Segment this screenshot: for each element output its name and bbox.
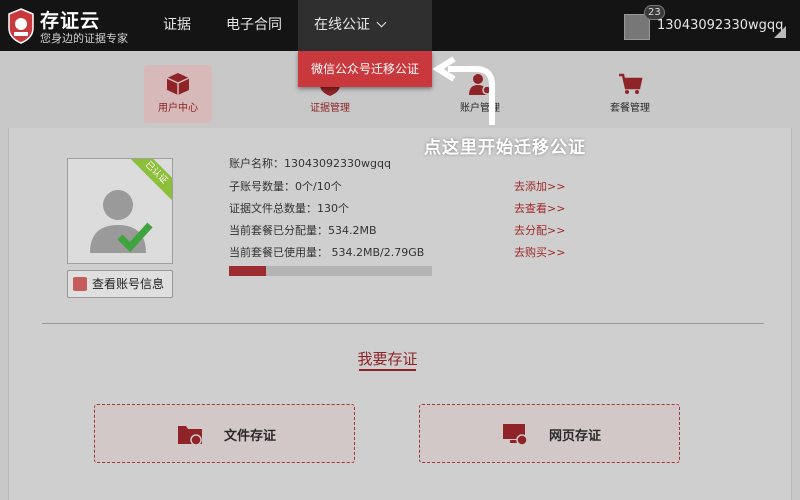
logo-shield-icon — [8, 8, 34, 44]
usage-progress-fill — [229, 266, 266, 276]
folder-icon — [178, 426, 202, 446]
usage-progress-bar — [229, 266, 432, 276]
tab-label: 用户中心 — [158, 103, 198, 114]
card-label: 网页存证 — [549, 429, 602, 444]
menu-corner-icon[interactable] — [774, 26, 786, 38]
view-account-info-label: 查看账号信息 — [92, 277, 165, 291]
nav-online-notary[interactable]: 在线公证 — [298, 0, 432, 51]
link-buy[interactable]: 去购买>> — [514, 244, 565, 260]
info-used: 当前套餐已使用量： 534.2MB/2.79GB — [229, 246, 425, 259]
info-file-count: 证据文件总数量：130个 — [229, 202, 349, 215]
view-account-info-button[interactable]: 查看账号信息 — [67, 270, 173, 298]
tab-label: 证据管理 — [310, 103, 350, 114]
link-add[interactable]: 去添加>> — [514, 178, 565, 194]
link-view[interactable]: 去查看>> — [514, 200, 565, 216]
link-allocate[interactable]: 去分配>> — [514, 222, 565, 238]
nav-e-contract[interactable]: 电子合同 — [226, 0, 282, 51]
card-web-evidence[interactable]: 网页存证 — [419, 404, 680, 463]
cube-icon — [166, 73, 190, 95]
info-sub-accounts: 子账号数量：0个/10个 — [229, 180, 342, 193]
username[interactable]: 13043092330wgqq — [657, 18, 783, 33]
nav-online-notary-label: 在线公证 — [314, 17, 370, 33]
profile-photo: 已认证 — [67, 158, 173, 264]
annotation-text: 点这里开始迁移公证 — [424, 138, 586, 158]
user-silhouette-icon — [90, 190, 153, 253]
monitor-icon — [503, 424, 528, 446]
chevron-down-icon — [376, 17, 387, 28]
cart-icon — [619, 73, 643, 94]
nav-evidence[interactable]: 证据 — [163, 0, 191, 51]
dropdown-wechat-migration[interactable]: 微信公众号迁移公证 — [298, 51, 432, 87]
tab-user-center[interactable]: 用户中心 — [144, 65, 212, 123]
section-divider — [42, 323, 764, 324]
section-title-underline — [359, 369, 416, 371]
card-file-evidence[interactable]: 文件存证 — [94, 404, 355, 463]
tab-package-manage[interactable]: 套餐管理 — [596, 65, 664, 123]
brand-tagline: 您身边的证据专家 — [40, 32, 128, 45]
info-allocated: 当前套餐已分配量：534.2MB — [229, 224, 377, 237]
top-nav-bar: 存证云 您身边的证据专家 证据 电子合同 在线公证 23 13043092330… — [0, 0, 800, 51]
section-title: 我要存证 — [357, 350, 418, 368]
card-label: 文件存证 — [224, 429, 277, 444]
brand-name[interactable]: 存证云 — [40, 6, 100, 33]
document-icon — [73, 277, 87, 291]
info-account-name: 账户名称：13043092330wgqq — [229, 157, 391, 170]
annotation-arrow-icon — [432, 56, 495, 125]
tab-label: 套餐管理 — [610, 103, 650, 114]
